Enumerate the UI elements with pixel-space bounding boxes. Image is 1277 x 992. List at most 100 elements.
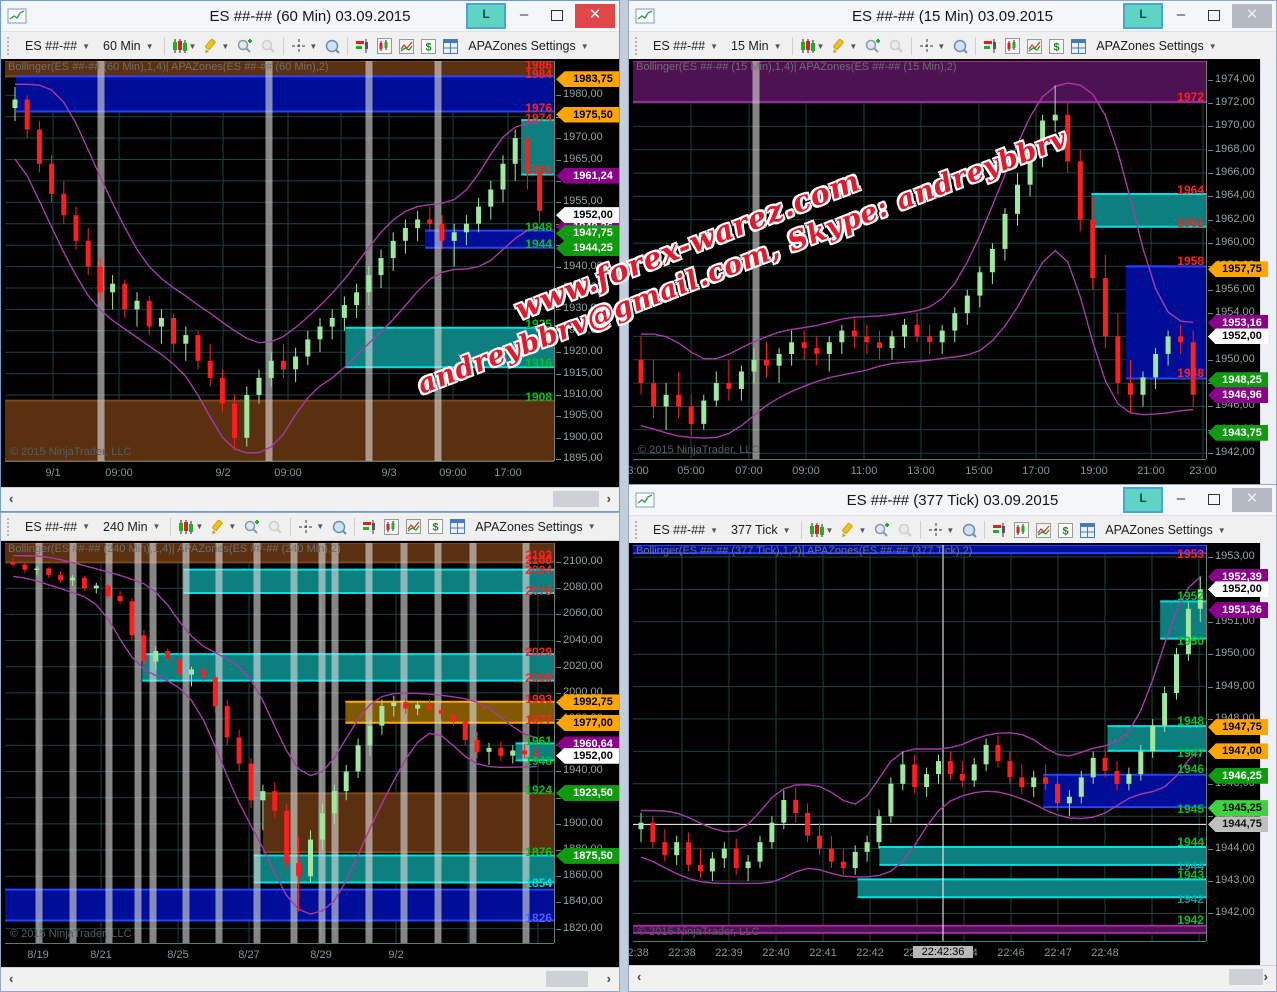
plot-area[interactable]: Bollinger(ES ##-## (240 Min),1,4)| APAZo… bbox=[5, 543, 554, 943]
account-data-button[interactable]: $ bbox=[421, 39, 436, 54]
drawing-tools-button[interactable]: ▼ bbox=[210, 519, 236, 535]
interval-selector[interactable]: 240 Min▼ bbox=[100, 518, 163, 536]
scrollbar-thumb[interactable] bbox=[1229, 969, 1263, 985]
drawing-tools-button[interactable]: ▼ bbox=[831, 38, 857, 54]
scrollbar-thumb[interactable] bbox=[553, 491, 599, 507]
scroll-left-icon[interactable]: ‹ bbox=[9, 491, 13, 506]
zoom-in-button[interactable] bbox=[873, 522, 890, 538]
order-entry-button[interactable] bbox=[992, 522, 1007, 538]
indicators-button[interactable] bbox=[406, 519, 421, 534]
scroll-left-icon[interactable]: ‹ bbox=[9, 971, 13, 986]
price-axis[interactable]: 1974,001972,001970,001968,001966,001964,… bbox=[1206, 61, 1261, 459]
instrument-selector[interactable]: ES ##-##▼ bbox=[650, 37, 721, 55]
indicators-button[interactable] bbox=[1027, 39, 1042, 54]
price-chart-canvas[interactable] bbox=[5, 61, 554, 461]
grid-properties-button[interactable] bbox=[1080, 523, 1095, 538]
scrollbar-thumb[interactable] bbox=[546, 971, 588, 987]
apazones-settings-button[interactable]: APAZones Settings▼ bbox=[465, 37, 591, 55]
crosshair-button[interactable]: ▼ bbox=[298, 519, 324, 535]
apazones-settings-button[interactable]: APAZones Settings▼ bbox=[1093, 37, 1219, 55]
zoom-out-button[interactable] bbox=[888, 38, 904, 54]
scroll-right-icon[interactable]: › bbox=[1264, 969, 1268, 984]
apazones-settings-button[interactable]: APAZones Settings▼ bbox=[472, 518, 598, 536]
toolbar-grip[interactable] bbox=[7, 518, 13, 536]
maximize-button[interactable] bbox=[542, 5, 572, 27]
account-data-button[interactable]: $ bbox=[1049, 39, 1064, 54]
data-box-button[interactable] bbox=[961, 522, 977, 538]
grid-properties-button[interactable] bbox=[1071, 39, 1086, 54]
chart-area[interactable]: Bollinger(ES ##-## (377 Tick),1,4)| APAZ… bbox=[629, 543, 1276, 967]
chart-trader-button[interactable] bbox=[1005, 38, 1020, 54]
data-box-button[interactable] bbox=[324, 38, 340, 54]
scroll-right-icon[interactable]: › bbox=[607, 971, 611, 986]
chart-style-button[interactable]: ▼ bbox=[178, 519, 203, 535]
minimize-button[interactable]: – bbox=[509, 5, 539, 27]
indicators-button[interactable] bbox=[399, 39, 414, 54]
order-entry-button[interactable] bbox=[983, 38, 998, 54]
data-box-button[interactable] bbox=[952, 38, 968, 54]
price-chart-canvas[interactable] bbox=[5, 543, 554, 943]
apazones-settings-button[interactable]: APAZones Settings▼ bbox=[1102, 521, 1228, 539]
price-axis[interactable]: 1980,001975,001970,001965,001960,001955,… bbox=[554, 61, 619, 461]
titlebar[interactable]: ES ##-## (377 Tick) 03.09.2015 L – ✕ bbox=[629, 485, 1276, 516]
price-chart-canvas[interactable] bbox=[633, 545, 1206, 941]
crosshair-button[interactable]: ▼ bbox=[291, 38, 317, 54]
maximize-button[interactable] bbox=[1199, 5, 1229, 27]
link-button[interactable]: L bbox=[1123, 3, 1163, 29]
price-axis[interactable]: 1953,001952,001951,001950,001949,001948,… bbox=[1206, 545, 1261, 941]
horizontal-scrollbar[interactable]: ‹ › bbox=[629, 965, 1276, 991]
zoom-in-button[interactable] bbox=[243, 519, 260, 535]
order-entry-button[interactable] bbox=[362, 519, 377, 535]
instrument-selector[interactable]: ES ##-##▼ bbox=[22, 37, 93, 55]
maximize-button[interactable] bbox=[1199, 489, 1229, 511]
zoom-out-button[interactable] bbox=[897, 522, 913, 538]
account-data-button[interactable]: $ bbox=[1058, 523, 1073, 538]
plot-area[interactable]: Bollinger(ES ##-## (15 Min),1,4)| APAZon… bbox=[633, 61, 1206, 459]
chart-trader-button[interactable] bbox=[384, 519, 399, 535]
link-button[interactable]: L bbox=[466, 3, 506, 29]
chart-area[interactable]: Bollinger(ES ##-## (60 Min),1,4)| APAZon… bbox=[1, 59, 619, 489]
chart-style-button[interactable]: ▼ bbox=[809, 522, 834, 538]
plot-area[interactable]: Bollinger(ES ##-## (60 Min),1,4)| APAZon… bbox=[5, 61, 554, 461]
price-axis[interactable]: 2100,002080,002060,002040,002020,002000,… bbox=[554, 543, 619, 943]
link-button[interactable]: L bbox=[1123, 487, 1163, 513]
zoom-in-button[interactable] bbox=[236, 38, 253, 54]
data-box-button[interactable] bbox=[331, 519, 347, 535]
toolbar-grip[interactable] bbox=[635, 521, 641, 539]
minimize-button[interactable]: – bbox=[1166, 5, 1196, 27]
close-button[interactable]: ✕ bbox=[1232, 4, 1272, 28]
toolbar-grip[interactable] bbox=[635, 37, 641, 55]
crosshair-button[interactable]: ▼ bbox=[928, 522, 954, 538]
interval-selector[interactable]: 377 Tick▼ bbox=[728, 521, 793, 539]
indicators-button[interactable] bbox=[1036, 523, 1051, 538]
scroll-right-icon[interactable]: › bbox=[607, 491, 611, 506]
instrument-selector[interactable]: ES ##-##▼ bbox=[650, 521, 721, 539]
price-chart-canvas[interactable] bbox=[633, 61, 1206, 459]
titlebar[interactable]: ES ##-## (15 Min) 03.09.2015 L – ✕ bbox=[629, 1, 1276, 32]
grid-properties-button[interactable] bbox=[443, 39, 458, 54]
zoom-out-button[interactable] bbox=[260, 38, 276, 54]
zoom-in-button[interactable] bbox=[864, 38, 881, 54]
chart-area[interactable]: Bollinger(ES ##-## (240 Min),1,4)| APAZo… bbox=[1, 541, 619, 969]
minimize-button[interactable]: – bbox=[1166, 489, 1196, 511]
close-button[interactable]: ✕ bbox=[1232, 488, 1272, 512]
crosshair-button[interactable]: ▼ bbox=[919, 38, 945, 54]
chart-trader-button[interactable] bbox=[377, 38, 392, 54]
plot-area[interactable]: Bollinger(ES ##-## (377 Tick),1,4)| APAZ… bbox=[633, 545, 1206, 941]
toolbar-grip[interactable] bbox=[7, 37, 13, 55]
chart-style-button[interactable]: ▼ bbox=[800, 38, 825, 54]
scroll-left-icon[interactable]: ‹ bbox=[637, 969, 641, 984]
titlebar[interactable]: ES ##-## (60 Min) 03.09.2015 L – ✕ bbox=[1, 1, 619, 32]
drawing-tools-button[interactable]: ▼ bbox=[840, 522, 866, 538]
horizontal-scrollbar[interactable]: ‹ › bbox=[1, 967, 619, 991]
chart-area[interactable]: Bollinger(ES ##-## (15 Min),1,4)| APAZon… bbox=[629, 59, 1276, 485]
horizontal-scrollbar[interactable]: ‹ › bbox=[1, 487, 619, 511]
interval-selector[interactable]: 15 Min▼ bbox=[728, 37, 784, 55]
zoom-out-button[interactable] bbox=[267, 519, 283, 535]
order-entry-button[interactable] bbox=[355, 38, 370, 54]
close-button[interactable]: ✕ bbox=[575, 4, 615, 28]
chart-style-button[interactable]: ▼ bbox=[172, 38, 197, 54]
interval-selector[interactable]: 60 Min▼ bbox=[100, 37, 156, 55]
instrument-selector[interactable]: ES ##-##▼ bbox=[22, 518, 93, 536]
drawing-tools-button[interactable]: ▼ bbox=[203, 38, 229, 54]
